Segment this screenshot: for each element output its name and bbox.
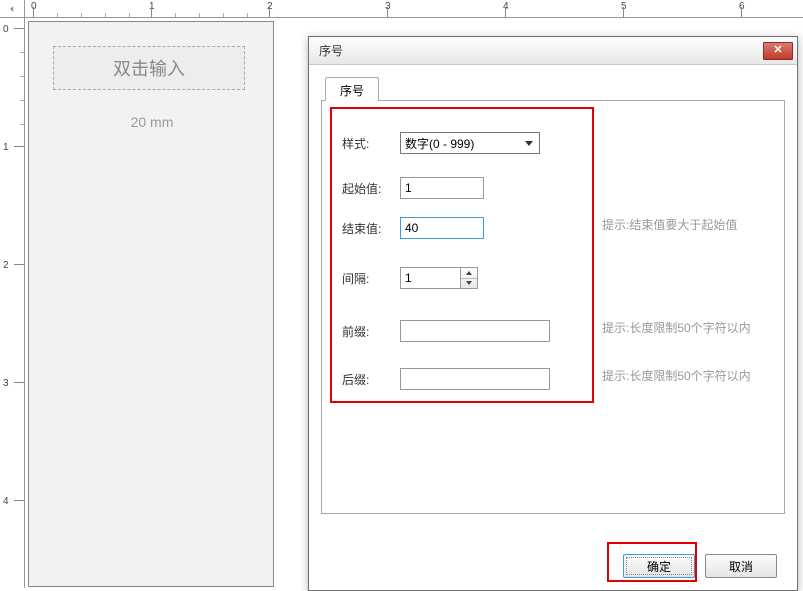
style-value: 数字(0 - 999): [405, 135, 474, 152]
suffix-hint: 提示:长度限制50个字符以内: [602, 367, 751, 384]
horizontal-ruler: 0 1 2 3 4 5 6: [25, 0, 803, 18]
dialog-title: 序号: [319, 42, 763, 59]
prefix-label: 前缀:: [342, 323, 400, 340]
close-button[interactable]: ✕: [763, 42, 793, 60]
sequence-dialog: 序号 ✕ 序号 样式: 数字(0 - 999): [308, 36, 798, 591]
ruler-v-num: 1: [3, 142, 9, 153]
size-label: 20 mm: [29, 114, 275, 130]
ruler-v-num: 0: [3, 24, 9, 35]
spinner-up-icon[interactable]: [461, 268, 477, 279]
start-input[interactable]: [400, 177, 484, 199]
suffix-input[interactable]: [400, 368, 550, 390]
tab-panel: 样式: 数字(0 - 999) 起始值: 结束值:: [321, 100, 785, 514]
back-arrow-icon: [5, 2, 19, 16]
highlight-box-ok: [607, 542, 697, 582]
end-hint: 提示:结束值要大于起始值: [602, 216, 737, 233]
chevron-down-icon: [521, 135, 537, 151]
dialog-titlebar[interactable]: 序号 ✕: [309, 37, 797, 65]
style-label: 样式:: [342, 135, 400, 152]
interval-input[interactable]: [400, 267, 460, 289]
prefix-input[interactable]: [400, 320, 550, 342]
canvas-area[interactable]: 双击输入 20 mm 序号 ✕ 序号 样式:: [25, 18, 803, 588]
dialog-body: 序号 样式: 数字(0 - 999) 起始值:: [309, 65, 797, 542]
label-page[interactable]: 双击输入 20 mm: [28, 21, 274, 587]
placeholder-text: 双击输入: [113, 55, 185, 81]
prefix-hint: 提示:长度限制50个字符以内: [602, 319, 751, 336]
interval-label: 间隔:: [342, 270, 400, 287]
ruler-corner: [0, 0, 25, 18]
close-icon: ✕: [773, 45, 782, 56]
ruler-v-num: 4: [3, 496, 9, 507]
style-combobox[interactable]: 数字(0 - 999): [400, 132, 540, 154]
tab-container: 序号 样式: 数字(0 - 999) 起始值:: [321, 77, 785, 515]
end-input[interactable]: [400, 217, 484, 239]
end-label: 结束值:: [342, 220, 400, 237]
spinner-down-icon[interactable]: [461, 279, 477, 289]
ruler-v-num: 2: [3, 260, 9, 271]
tab-sequence[interactable]: 序号: [325, 77, 379, 101]
interval-spinner[interactable]: [400, 267, 478, 289]
spinner-buttons[interactable]: [460, 267, 478, 289]
suffix-label: 后缀:: [342, 371, 400, 388]
start-label: 起始值:: [342, 180, 400, 197]
cancel-button[interactable]: 取消: [705, 554, 777, 578]
vertical-ruler: 0 1 2 3 4: [0, 18, 25, 588]
ruler-v-num: 3: [3, 378, 9, 389]
dialog-footer: 确定 取消: [309, 542, 797, 590]
text-placeholder[interactable]: 双击输入: [53, 46, 245, 90]
tab-header: 序号: [321, 77, 785, 101]
